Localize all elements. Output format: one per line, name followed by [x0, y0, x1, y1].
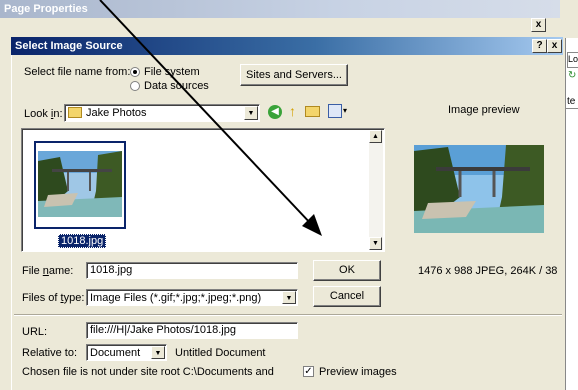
dialog-title-bar: Select Image Source	[11, 37, 563, 55]
folder-icon	[68, 107, 82, 118]
new-folder-icon[interactable]	[305, 106, 320, 117]
preview-images-checkbox[interactable]: ✓	[303, 366, 314, 377]
vertical-scrollbar[interactable]: ▲ ▼	[369, 130, 383, 250]
radio-data-sources-label: Data sources	[144, 80, 209, 92]
background-window-strip: Lo ↻ te	[565, 38, 578, 390]
radio-file-system-label: File system	[144, 66, 200, 78]
relative-to-label: Relative to:	[22, 347, 78, 359]
page-properties-title-text: Page Properties	[4, 3, 88, 15]
url-input[interactable]: file:///H|/Jake Photos/1018.jpg	[86, 322, 298, 339]
scroll-up-icon[interactable]: ▲	[369, 130, 382, 143]
select-from-label: Select file name from:	[24, 66, 131, 78]
page-properties-close-button[interactable]: x	[531, 18, 546, 32]
ok-button[interactable]: OK	[313, 260, 381, 281]
file-name-label[interactable]: 1018.jpg	[58, 234, 107, 248]
dialog-title: Select Image Source	[15, 40, 123, 52]
url-label: URL:	[22, 326, 48, 338]
chevron-down-icon[interactable]: ▼	[151, 346, 165, 359]
radio-file-system[interactable]	[130, 67, 140, 77]
relative-doc-name: Untitled Document	[175, 347, 266, 359]
status-text: Chosen file is not under site root C:\Do…	[22, 366, 274, 378]
relative-to-value: Document	[90, 347, 141, 359]
look-in-label: Look in:	[24, 108, 63, 120]
green-arrow-icon: ↻	[568, 70, 577, 81]
background-text-te: te	[567, 96, 576, 107]
background-input-lo: Lo	[567, 52, 578, 68]
separator	[14, 314, 562, 316]
radio-data-sources[interactable]	[130, 81, 140, 91]
sites-and-servers-button[interactable]: Sites and Servers...	[240, 64, 348, 86]
look-in-value: Jake Photos	[86, 107, 147, 119]
image-preview	[414, 145, 544, 233]
close-icon: x	[551, 40, 558, 51]
look-in-dropdown[interactable]: Jake Photos ▼	[64, 104, 260, 122]
dialog-close-button[interactable]: x	[547, 39, 562, 53]
file-name-field-label: File name:	[22, 265, 74, 277]
up-folder-icon[interactable]: ↑	[289, 103, 296, 119]
files-of-type-value: Image Files (*.gif;*.jpg;*.jpeg;*.png)	[90, 292, 262, 304]
help-button[interactable]: ?	[532, 39, 547, 53]
help-icon: ?	[536, 40, 543, 51]
chevron-down-icon[interactable]: ▼	[282, 291, 296, 304]
view-menu-icon[interactable]	[328, 104, 342, 118]
page-properties-title: Page Properties	[0, 0, 560, 18]
divider	[566, 108, 578, 109]
file-name-input[interactable]: 1018.jpg	[86, 262, 298, 279]
image-info: 1476 x 988 JPEG, 264K / 38	[418, 265, 558, 277]
image-preview-heading: Image preview	[448, 104, 520, 116]
files-of-type-dropdown[interactable]: Image Files (*.gif;*.jpg;*.jpeg;*.png) ▼	[86, 289, 298, 306]
relative-to-dropdown[interactable]: Document ▼	[86, 344, 167, 361]
close-icon: x	[535, 19, 542, 30]
file-list[interactable]: 1018.jpg ▲ ▼	[21, 128, 385, 252]
cancel-button[interactable]: Cancel	[313, 286, 381, 307]
bridge-photo-thumbnail	[38, 151, 122, 217]
scroll-down-icon[interactable]: ▼	[369, 237, 382, 250]
files-of-type-label: Files of type:	[22, 292, 85, 304]
preview-images-label: Preview images	[319, 366, 397, 378]
chevron-down-icon[interactable]: ▼	[244, 106, 258, 120]
view-menu-chevron-icon[interactable]: ▾	[343, 106, 347, 115]
back-icon[interactable]: ◀	[268, 105, 282, 119]
file-thumbnail[interactable]	[34, 141, 126, 229]
